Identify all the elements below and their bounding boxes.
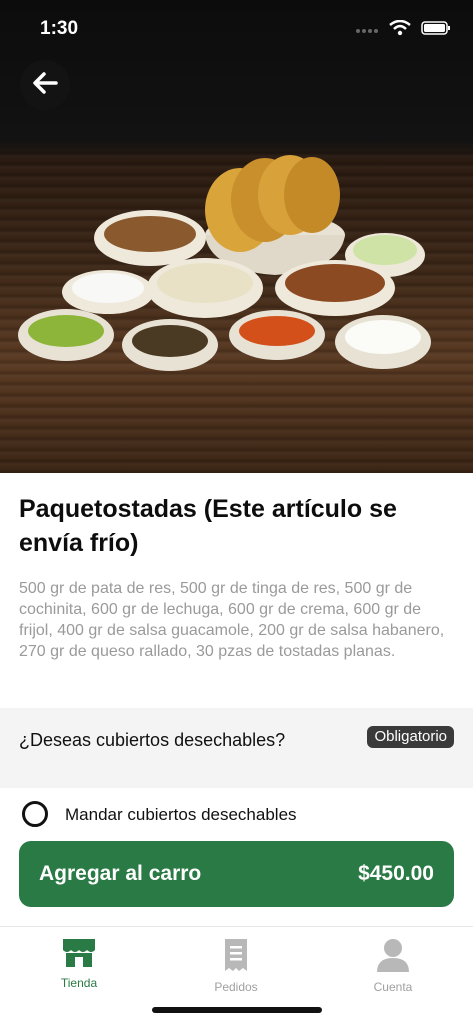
add-to-cart-button[interactable]: Agregar al carro $450.00 — [19, 841, 454, 907]
required-badge: Obligatorio — [367, 726, 454, 748]
food-illustration — [18, 155, 431, 371]
back-button[interactable] — [20, 60, 70, 110]
tab-tienda[interactable]: Tienda — [24, 937, 134, 990]
tab-pedidos[interactable]: Pedidos — [181, 937, 291, 994]
receipt-icon — [222, 939, 250, 977]
cutlery-option[interactable]: Mandar cubiertos desechables — [0, 796, 473, 836]
cutlery-section: ¿Deseas cubiertos desechables? Obligator… — [0, 708, 473, 788]
product-description: 500 gr de pata de res, 500 gr de tinga d… — [19, 580, 445, 660]
battery-icon — [421, 21, 451, 40]
status-time: 1:30 — [40, 18, 79, 39]
user-icon — [375, 939, 411, 977]
cutlery-question: ¿Deseas cubiertos desechables? — [19, 730, 286, 750]
wifi-icon — [389, 19, 411, 41]
status-icons — [355, 19, 451, 41]
product-image: 1:30 — [0, 0, 473, 473]
arrow-left-icon — [32, 71, 58, 99]
tab-pedidos-label: Pedidos — [214, 980, 258, 994]
tab-tienda-label: Tienda — [60, 976, 98, 990]
status-bar: 1:30 — [0, 0, 473, 56]
signal-icon — [355, 22, 379, 40]
tab-cuenta[interactable]: Cuenta — [338, 937, 448, 994]
cutlery-option-label: Mandar cubiertos desechables — [65, 805, 297, 824]
add-to-cart-label: Agregar al carro — [39, 862, 202, 885]
add-to-cart-price: $450.00 — [358, 862, 434, 885]
cutlery-radio[interactable] — [22, 801, 48, 827]
store-icon — [61, 939, 97, 973]
product-title: Paquetostadas (Este artículo se envía fr… — [19, 495, 397, 557]
home-indicator — [152, 1007, 322, 1013]
tab-cuenta-label: Cuenta — [373, 980, 413, 994]
